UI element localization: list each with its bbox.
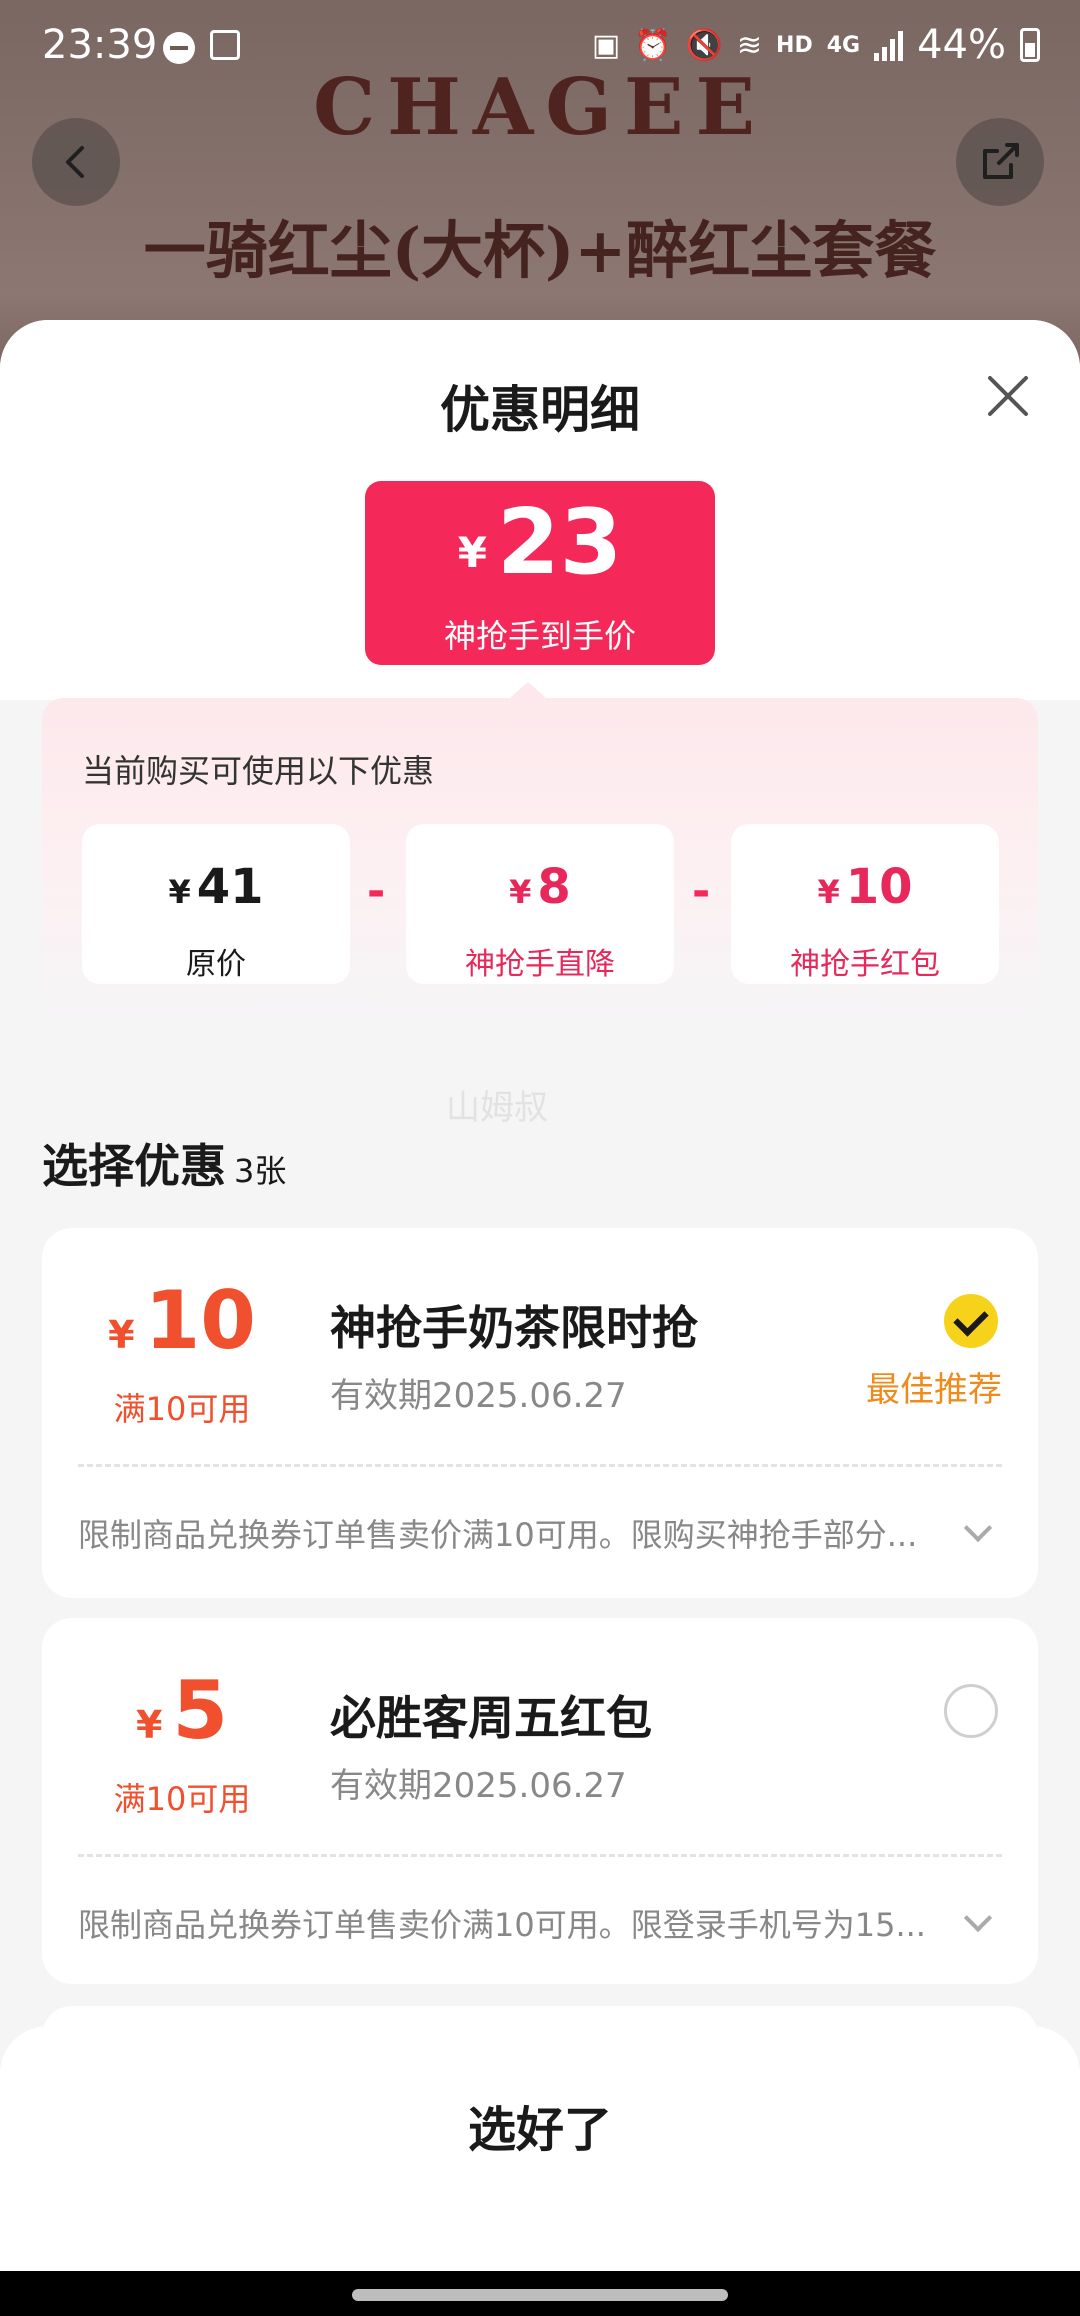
status-bar: 23:39 ▣ ⏰ 🔇 ≋ HD 4G 44% [0, 0, 1080, 92]
close-button[interactable] [982, 370, 1034, 422]
currency-symbol: ¥ [509, 873, 532, 911]
coupon-amount: ¥10 满10可用 [82, 1278, 282, 1430]
footer-bar: 选好了 [0, 2026, 1080, 2271]
breakdown-value: ¥10 [731, 860, 999, 919]
section-title-text: 选择优惠 [42, 1139, 226, 1193]
coupon-condition: 满10可用 [113, 1780, 251, 1818]
confirm-button[interactable]: 选好了 [0, 2090, 1080, 2160]
network-type: 4G [826, 32, 861, 58]
coupon-unselected-radio[interactable] [944, 1684, 998, 1738]
battery-percent: 44% [917, 22, 1006, 68]
breakdown-value: ¥8 [406, 860, 674, 919]
currency-symbol: ¥ [108, 1313, 135, 1357]
chevron-left-icon [66, 146, 84, 178]
minus-sign: - [367, 866, 386, 917]
screen: CHAGEE 一骑红尘(大杯)+醉红尘套餐 23:39 ▣ ⏰ 🔇 ≋ HD 4… [0, 0, 1080, 2316]
coupon-value: ¥10 [82, 1278, 282, 1378]
nfc-icon: ▣ [591, 27, 621, 63]
product-title: 一骑红尘(大杯)+醉红尘套餐 [143, 214, 937, 287]
amount: 10 [845, 859, 913, 915]
currency-symbol: ¥ [135, 1703, 163, 1747]
alarm-icon: ⏰ [634, 27, 672, 63]
battery-icon [1020, 28, 1040, 62]
signal-icon [874, 29, 904, 61]
chevron-down-icon[interactable] [963, 1513, 993, 1543]
amount: 10 [144, 1274, 256, 1367]
dnd-icon [163, 32, 195, 64]
amount: 41 [196, 859, 264, 915]
final-price-label: 神抢手到手价 [443, 617, 636, 655]
chevron-down-icon[interactable] [963, 1903, 993, 1933]
share-icon [983, 143, 1019, 179]
coupon-description: 限制商品兑换券订单售卖价满10可用。限购买神抢手部分... [78, 1516, 918, 1554]
coupon-description: 限制商品兑换券订单售卖价满10可用。限登录手机号为15... [78, 1906, 926, 1944]
coupon-validity: 有效期2025.06.27 [330, 1376, 627, 1416]
gallery-icon [210, 30, 240, 60]
wifi-icon: ≋ [736, 27, 763, 63]
home-gesture-handle[interactable] [352, 2289, 728, 2301]
mute-icon: 🔇 [685, 27, 723, 63]
currency-symbol: ¥ [168, 873, 191, 911]
system-navigation-bar [0, 2271, 1080, 2316]
breakdown-label: 神抢手直降 [465, 947, 615, 982]
breakdown-label: 神抢手红包 [790, 947, 940, 982]
breakdown-caption: 当前购买可使用以下优惠 [82, 752, 435, 790]
coupon-card[interactable]: ¥10 满10可用 神抢手奶茶限时抢 有效期2025.06.27 最佳推荐 限制… [42, 1228, 1038, 1598]
breakdown-red-packet: ¥10 神抢手红包 [731, 824, 999, 984]
section-title: 选择优惠 3张 [42, 1130, 286, 1196]
coupon-title: 必胜客周五红包 [330, 1691, 652, 1745]
status-time: 23:39 [42, 22, 158, 68]
coupon-validity: 有效期2025.06.27 [330, 1766, 627, 1806]
breakdown-label: 原价 [186, 947, 246, 982]
discount-detail-sheet: 优惠明细 ¥23 神抢手到手价 当前购买可使用以下优惠 ¥41 原价 - ¥8 … [0, 320, 1080, 2316]
minus-sign: - [692, 866, 711, 917]
share-button[interactable] [956, 118, 1044, 206]
best-recommend-tag: 最佳推荐 [866, 1370, 1002, 1410]
close-icon [988, 376, 1028, 416]
watermark: 山姆叔 [446, 1088, 548, 1128]
coupon-amount: ¥5 满10可用 [82, 1668, 282, 1820]
dashed-divider [78, 1464, 1002, 1467]
sheet-title: 优惠明细 [440, 381, 640, 439]
final-price-currency: ¥ [457, 528, 487, 577]
coupon-selected-checkbox[interactable] [944, 1294, 998, 1348]
breakdown-original-price: ¥41 原价 [82, 824, 350, 984]
amount: 8 [537, 859, 571, 915]
coupon-value: ¥5 [82, 1668, 282, 1768]
coupon-card[interactable]: ¥5 满10可用 必胜客周五红包 有效期2025.06.27 限制商品兑换券订单… [42, 1618, 1038, 1984]
final-price-box: ¥23 神抢手到手价 [365, 481, 715, 665]
coupon-count: 3张 [234, 1152, 287, 1190]
discount-breakdown-panel: 当前购买可使用以下优惠 ¥41 原价 - ¥8 神抢手直降 - ¥10 神抢手红… [42, 682, 1038, 1028]
breakdown-value: ¥41 [82, 860, 350, 919]
amount: 5 [172, 1664, 229, 1757]
hd-indicator: HD [776, 32, 813, 58]
coupon-title: 神抢手奶茶限时抢 [330, 1301, 698, 1355]
breakdown-direct-discount: ¥8 神抢手直降 [406, 824, 674, 984]
status-right: ▣ ⏰ 🔇 ≋ HD 4G 44% [592, 22, 1040, 68]
back-button[interactable] [32, 118, 120, 206]
coupon-condition: 满10可用 [113, 1390, 251, 1428]
final-price: ¥23 [365, 493, 715, 603]
final-price-value: 23 [496, 490, 623, 595]
dashed-divider [78, 1854, 1002, 1857]
currency-symbol: ¥ [817, 873, 840, 911]
